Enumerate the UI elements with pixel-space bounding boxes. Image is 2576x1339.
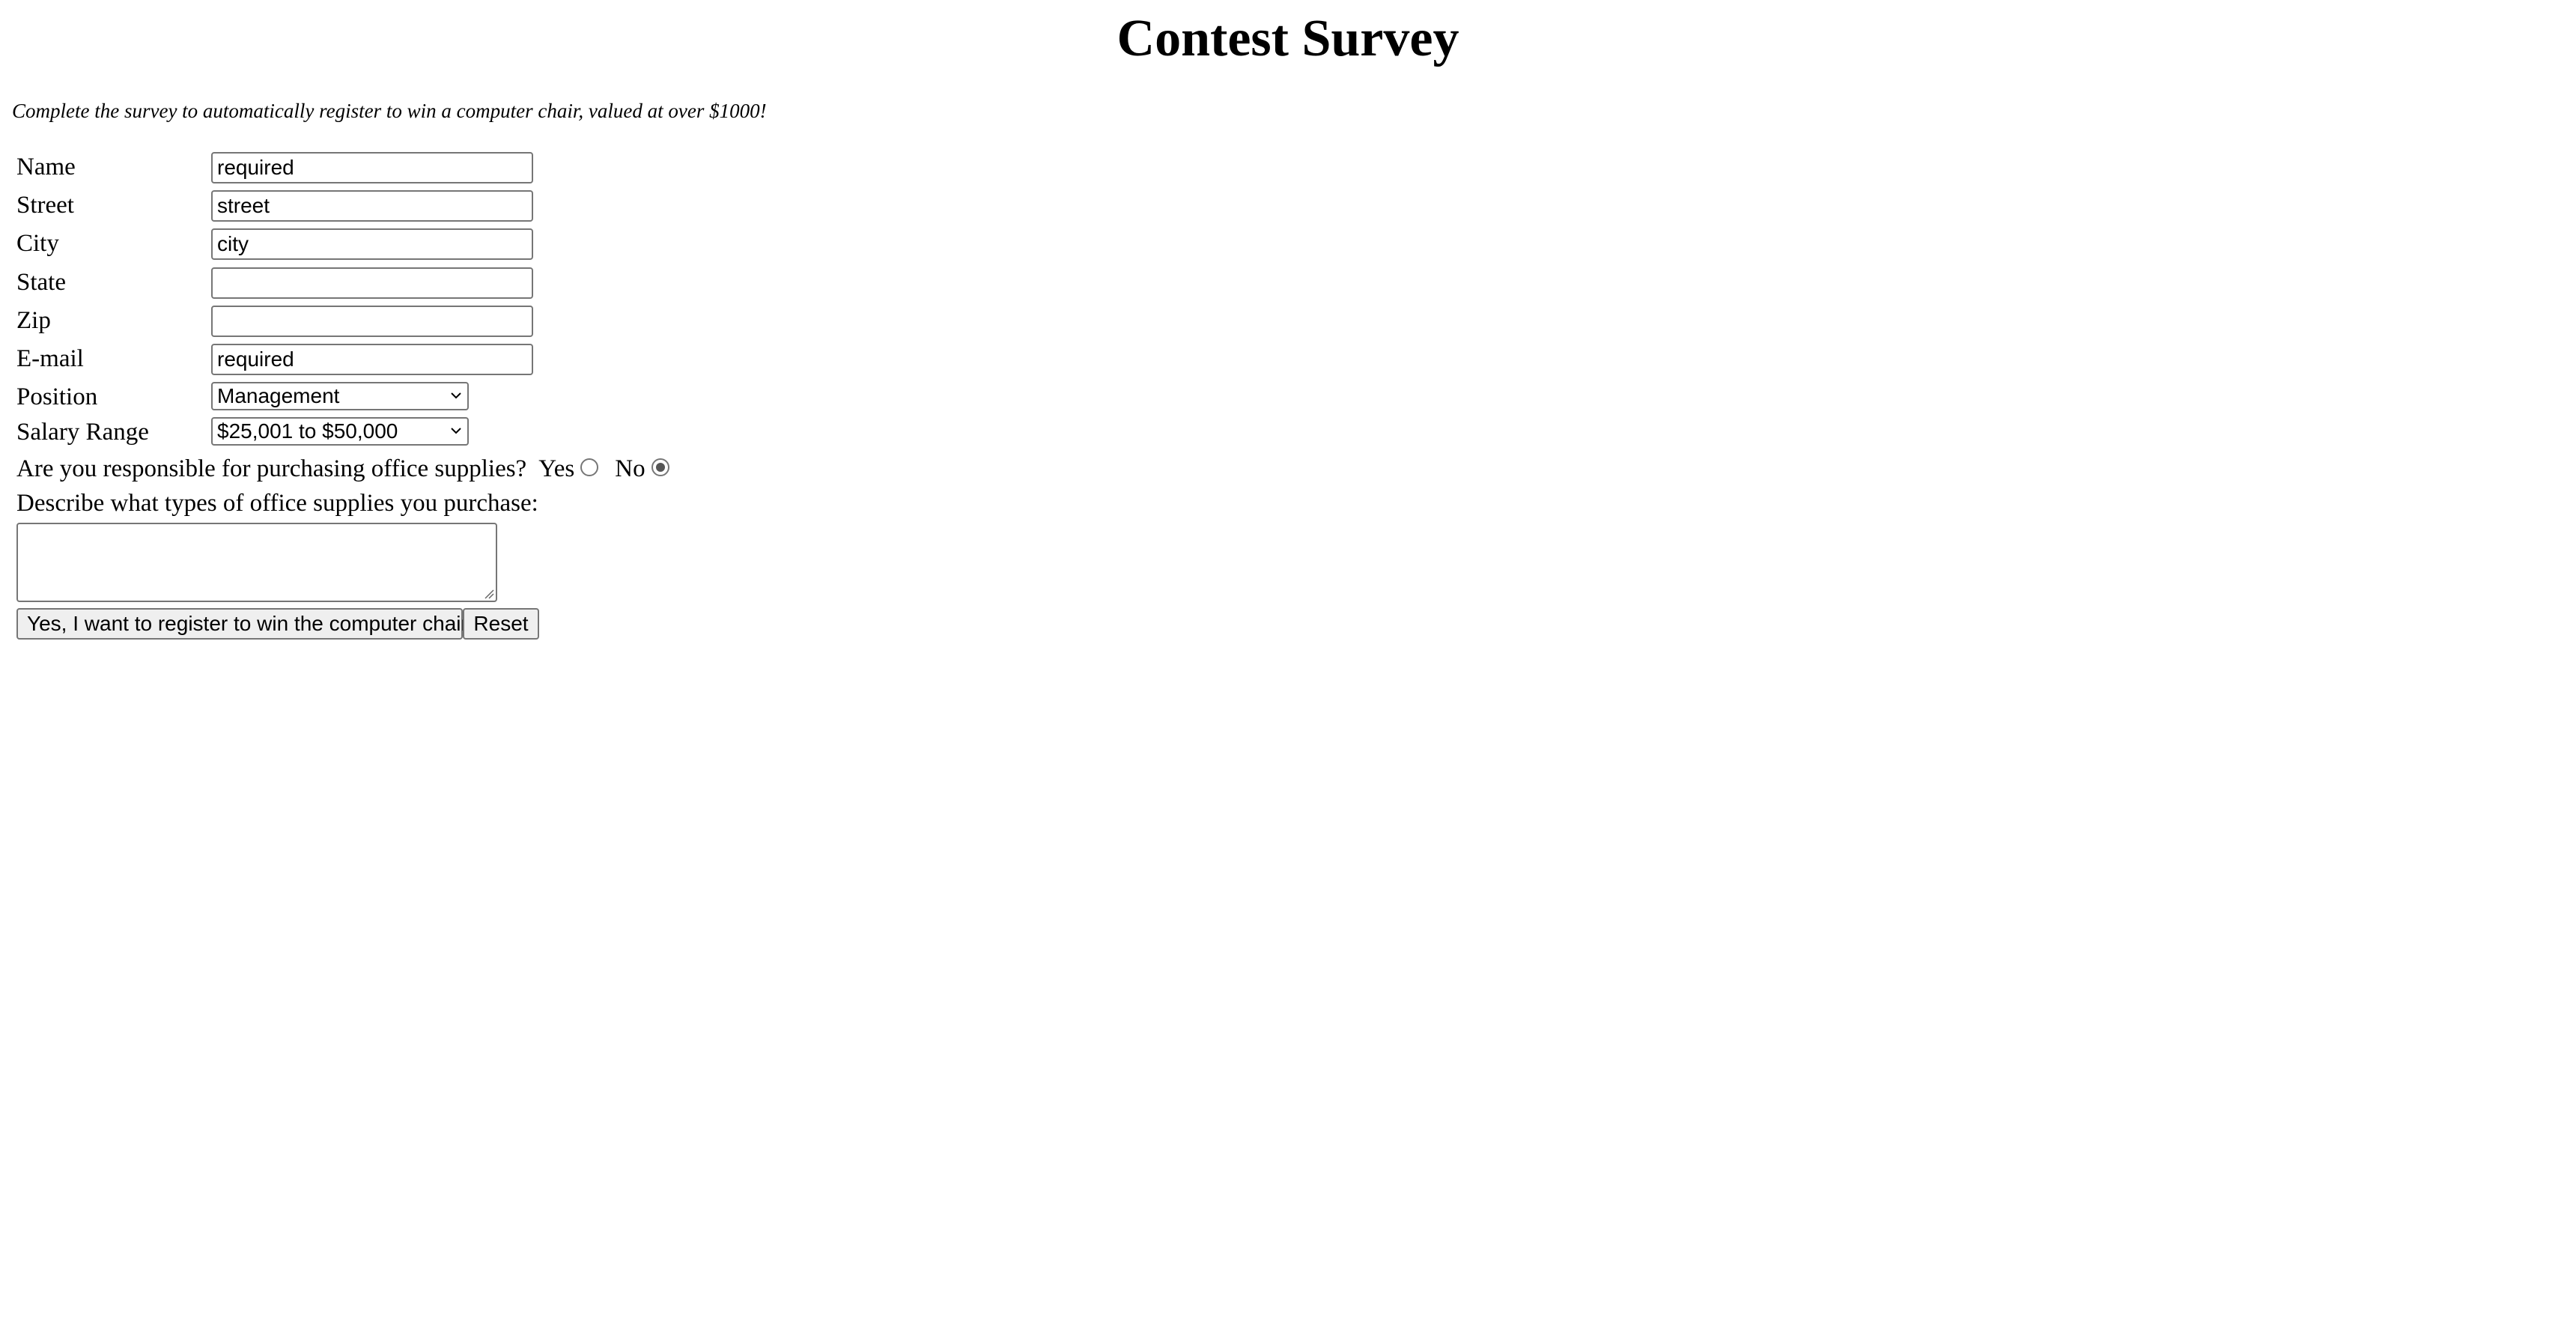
purchasing-question: Are you responsible for purchasing offic… <box>16 455 527 482</box>
survey-page: Contest Survey Complete the survey to au… <box>0 0 2576 1339</box>
position-label: Position <box>16 383 98 410</box>
state-label: State <box>16 269 66 296</box>
state-input[interactable] <box>211 267 533 299</box>
email-label: E-mail <box>16 345 84 372</box>
describe-label: Describe what types of office supplies y… <box>16 490 538 517</box>
name-label: Name <box>16 154 76 180</box>
no-label: No <box>615 455 645 482</box>
chevron-down-icon <box>451 428 461 434</box>
no-radio[interactable] <box>651 458 669 476</box>
city-label: City <box>16 230 59 257</box>
city-input[interactable]: city <box>211 228 533 260</box>
resize-grip-icon[interactable] <box>484 589 494 599</box>
salary-label: Salary Range <box>16 419 149 446</box>
reset-button[interactable]: Reset <box>463 608 539 640</box>
zip-input[interactable] <box>211 306 533 337</box>
yes-radio[interactable] <box>580 458 599 476</box>
page-title: Contest Survey <box>1117 10 1459 67</box>
intro-text: Complete the survey to automatically reg… <box>12 100 767 122</box>
submit-button[interactable]: Yes, I want to register to win the compu… <box>16 608 468 640</box>
name-input[interactable]: required <box>211 152 533 183</box>
email-input[interactable]: required <box>211 344 533 375</box>
describe-textarea[interactable] <box>16 523 497 602</box>
position-selected-value: Management <box>217 384 340 407</box>
salary-selected-value: $25,001 to $50,000 <box>217 419 398 443</box>
position-select[interactable]: Management <box>211 382 469 410</box>
chevron-down-icon <box>451 392 461 399</box>
purchasing-question-row: Are you responsible for purchasing offic… <box>16 454 669 484</box>
yes-label: Yes <box>538 455 575 482</box>
street-input[interactable]: street <box>211 190 533 222</box>
zip-label: Zip <box>16 307 51 334</box>
salary-select[interactable]: $25,001 to $50,000 <box>211 417 469 446</box>
street-label: Street <box>16 192 74 219</box>
